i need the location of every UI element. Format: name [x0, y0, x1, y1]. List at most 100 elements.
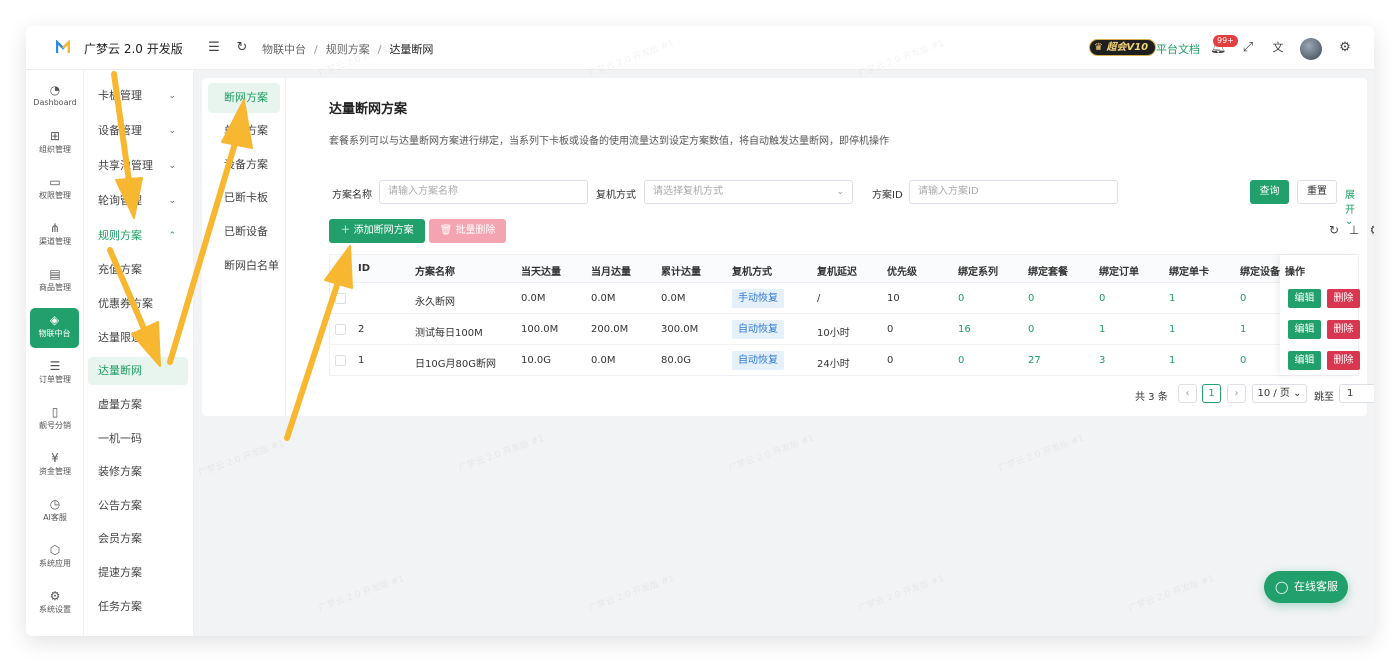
collapse-menu-icon[interactable]: ☰ [206, 40, 222, 56]
nav-item-products[interactable]: ▤ 商品管理 [26, 262, 84, 302]
filter-mode-label: 复机方式 [596, 190, 636, 201]
breadcrumb-item[interactable]: 物联中台 [262, 43, 306, 56]
next-page-button[interactable]: › [1227, 384, 1246, 403]
translate-icon[interactable]: 文 [1270, 40, 1286, 56]
bound-device-link[interactable]: 1 [1240, 324, 1246, 335]
submenu-label: 充值方案 [98, 263, 142, 276]
submenu-item-decoration[interactable]: 装修方案 [88, 458, 188, 486]
nav-item-permissions[interactable]: ▭ 权限管理 [26, 170, 84, 210]
bound-package-link[interactable]: 0 [1028, 324, 1034, 335]
prev-page-button[interactable]: ‹ [1178, 384, 1197, 403]
fullscreen-icon[interactable]: ⤢ [1240, 40, 1256, 56]
submenu-item-device-management[interactable]: 设备管理 ⌄ [88, 117, 188, 145]
cell-priority: 0 [887, 355, 894, 366]
page-number-button[interactable]: 1 [1202, 384, 1221, 403]
row-checkbox[interactable] [335, 324, 346, 335]
tab-single-card-schemes[interactable]: 单卡方案 [208, 116, 280, 146]
delete-button[interactable]: 删除 [1327, 289, 1360, 308]
nav-item-dashboard[interactable]: ◔ Dashboard [26, 78, 84, 118]
scheme-name-input[interactable]: 请输入方案名称 [379, 180, 588, 204]
settings-gear-icon[interactable]: ⚙ [1337, 40, 1353, 56]
tab-cut-devices[interactable]: 已断设备 [208, 217, 280, 247]
submenu-item-recharge[interactable]: 充值方案 [88, 256, 188, 284]
bound-series-link[interactable]: 0 [958, 293, 964, 304]
query-button[interactable]: 查询 [1250, 180, 1289, 204]
table-settings-icon[interactable]: ⚙ [1368, 223, 1374, 237]
submenu-label: 装修方案 [98, 465, 142, 478]
row-checkbox[interactable] [335, 293, 346, 304]
bound-package-link[interactable]: 0 [1028, 293, 1034, 304]
bound-series-link[interactable]: 0 [958, 355, 964, 366]
bound-device-link[interactable]: 0 [1240, 355, 1246, 366]
select-all-checkbox[interactable] [335, 263, 346, 274]
tab-cutoff-schemes[interactable]: 断网方案 [208, 83, 280, 113]
reset-button[interactable]: 重置 [1297, 180, 1337, 204]
delete-button[interactable]: 删除 [1327, 351, 1360, 370]
bound-card-link[interactable]: 1 [1169, 324, 1175, 335]
nav-item-ai-service[interactable]: ◷ AI客服 [26, 492, 84, 532]
nav-item-iot-center[interactable]: ◈ 物联中台 [30, 308, 79, 348]
submenu-item-shared-pool[interactable]: 共享池管理 ⌄ [88, 152, 188, 180]
nav-item-system-settings[interactable]: ⚙ 系统设置 [26, 584, 84, 624]
bound-order-link[interactable]: 0 [1099, 293, 1105, 304]
platform-docs-link[interactable]: 平台文档 [1156, 41, 1200, 57]
submenu-item-rule-schemes[interactable]: 规则方案 ⌃ [88, 222, 188, 250]
table-refresh-icon[interactable]: ↻ [1327, 223, 1341, 237]
bound-device-link[interactable]: 0 [1240, 293, 1246, 304]
column-height-icon[interactable]: ⊥ [1347, 223, 1361, 237]
scheme-id-input[interactable]: 请输入方案ID [909, 180, 1118, 204]
submenu-item-membership[interactable]: 会员方案 [88, 525, 188, 553]
submenu-item-polling[interactable]: 轮询管理 ⌄ [88, 187, 188, 215]
submenu-item-data-cutoff[interactable]: 达量断网 [88, 357, 188, 385]
add-scheme-button[interactable]: ＋ 添加断网方案 [329, 219, 425, 243]
submenu-item-card-management[interactable]: 卡板管理 ⌄ [88, 82, 188, 110]
submenu-item-announcement[interactable]: 公告方案 [88, 492, 188, 520]
pagination-total: 共 3 条 [1135, 392, 1168, 403]
plus-icon: ＋ [340, 225, 354, 236]
nav-item-orders[interactable]: ☰ 订单管理 [26, 354, 84, 394]
nav-item-finance[interactable]: ¥ 资金管理 [26, 446, 84, 486]
edit-button[interactable]: 编辑 [1288, 320, 1321, 339]
edit-button[interactable]: 编辑 [1288, 289, 1321, 308]
nav-item-channels[interactable]: ⋔ 渠道管理 [26, 216, 84, 256]
restore-mode-tag: 自动恢复 [732, 320, 784, 339]
tab-device-schemes[interactable]: 设备方案 [208, 150, 280, 180]
batch-delete-button[interactable]: 🗑︎ 批量删除 [429, 219, 506, 243]
submenu-item-virtual-quota[interactable]: 虚量方案 [88, 391, 188, 419]
vip-badge[interactable]: ♛ 超会V10 [1089, 39, 1157, 56]
bound-series-link[interactable]: 16 [958, 324, 971, 335]
tab-cut-cards[interactable]: 已断卡板 [208, 183, 280, 213]
nav-item-organization[interactable]: ⊞ 组织管理 [26, 124, 84, 164]
refresh-icon[interactable]: ↻ [234, 40, 250, 56]
online-service-button[interactable]: ◯ 在线客服 [1264, 571, 1348, 603]
breadcrumb-current: 达量断网 [389, 43, 434, 56]
breadcrumb-item[interactable]: 规则方案 [326, 43, 370, 56]
submenu-item-one-device-one-code[interactable]: 一机一码 [88, 425, 188, 453]
nav-item-system-apps[interactable]: ⬡ 系统应用 [26, 538, 84, 578]
tab-cutoff-whitelist[interactable]: 断网白名单 [208, 251, 280, 281]
submenu-label: 达量断网 [98, 364, 142, 377]
jump-page-input[interactable]: 1 [1339, 384, 1374, 403]
column-header: 绑定订单 [1099, 267, 1139, 278]
cell-name: 日10G月80G断网 [415, 359, 496, 370]
submenu-item-speed-limit[interactable]: 达量限速 [88, 324, 188, 352]
bound-package-link[interactable]: 27 [1028, 355, 1041, 366]
submenu-item-coupon[interactable]: 优惠券方案 [88, 290, 188, 318]
bound-card-link[interactable]: 1 [1169, 293, 1175, 304]
submenu-item-speed-up[interactable]: 提速方案 [88, 559, 188, 587]
row-checkbox[interactable] [335, 355, 346, 366]
submenu-item-tasks[interactable]: 任务方案 [88, 593, 188, 621]
nav-item-number-distribution[interactable]: ▯ 靓号分销 [26, 400, 84, 440]
delete-button[interactable]: 删除 [1327, 320, 1360, 339]
nav-label: 渠道管理 [39, 237, 71, 246]
expand-filters-link[interactable]: 展开 ⌄ [1345, 186, 1362, 227]
bound-order-link[interactable]: 3 [1099, 355, 1105, 366]
bound-order-link[interactable]: 1 [1099, 324, 1105, 335]
restore-mode-select[interactable]: 请选择复机方式 ⌄ [644, 180, 853, 204]
jump-label: 跳至 [1314, 392, 1334, 403]
edit-button[interactable]: 编辑 [1288, 351, 1321, 370]
page-size-select[interactable]: 10 / 页 ⌄ [1252, 384, 1307, 403]
avatar[interactable] [1300, 38, 1322, 60]
cell-name: 永久断网 [415, 297, 455, 308]
bound-card-link[interactable]: 1 [1169, 355, 1175, 366]
